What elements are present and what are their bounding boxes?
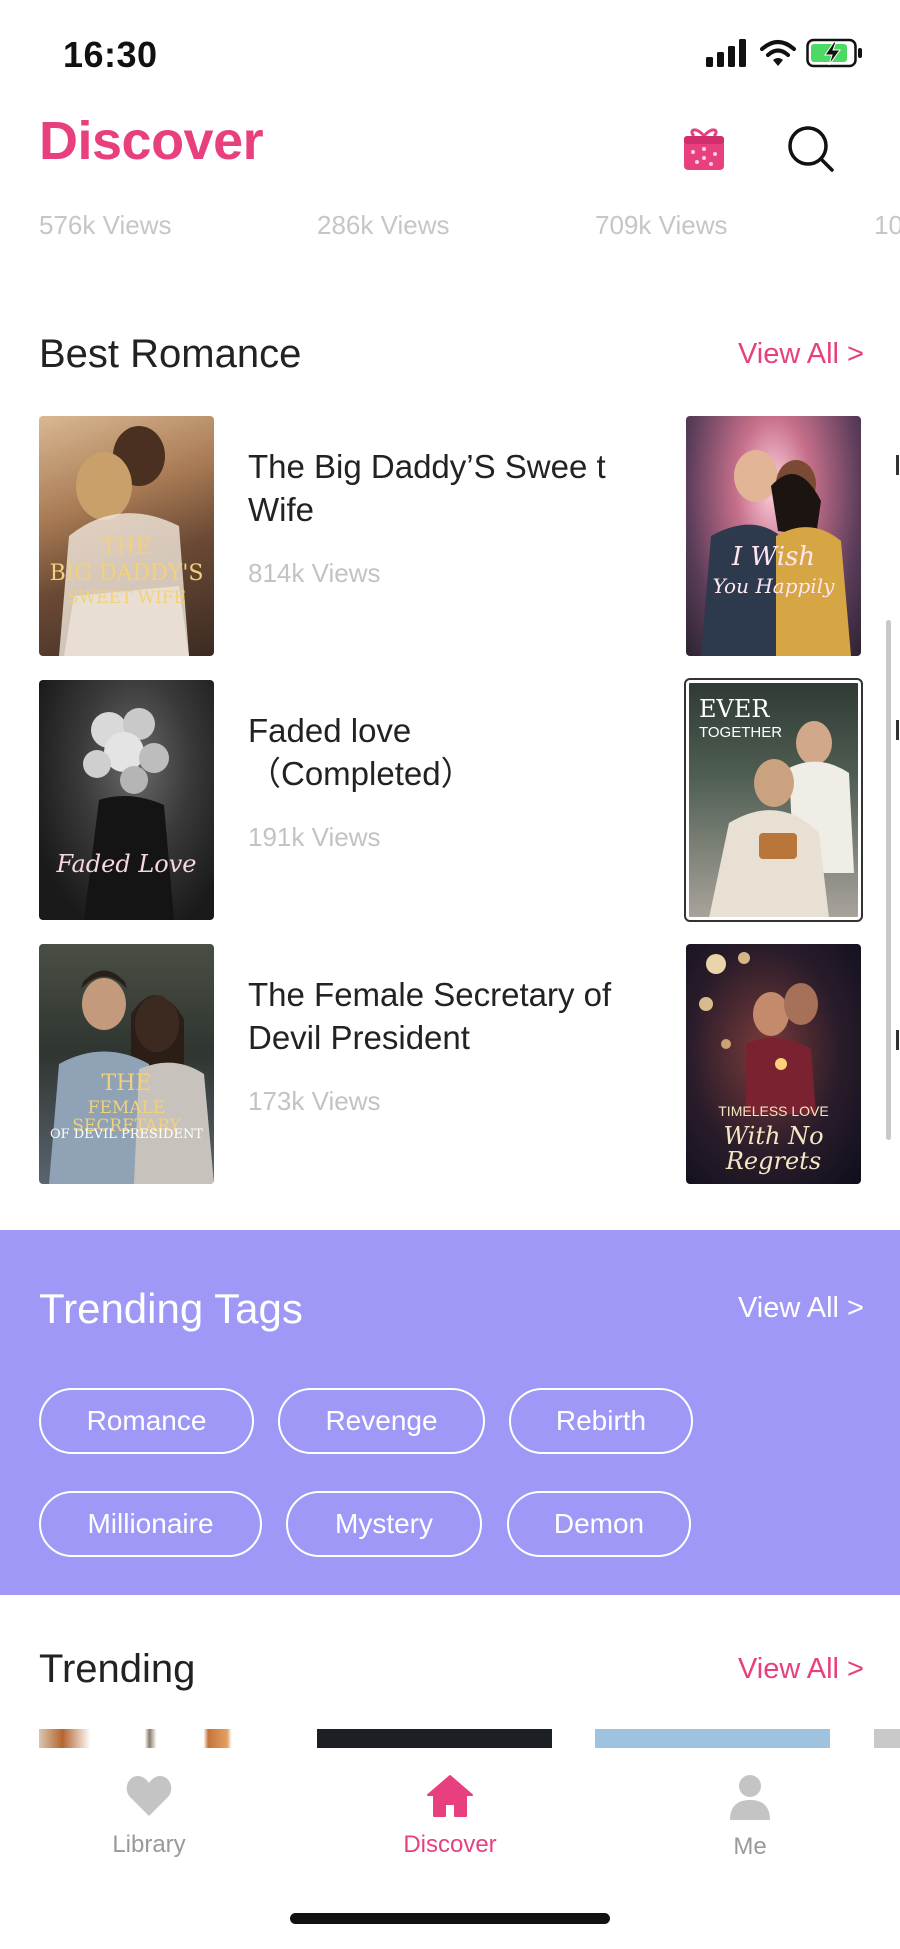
book-title: Faded love （Completed） bbox=[248, 712, 474, 792]
cover-title: Faded Love bbox=[56, 850, 197, 878]
cover-title: THE bbox=[101, 1071, 152, 1096]
cover-title: With No Regrets bbox=[723, 1122, 824, 1176]
tag-chip[interactable]: Demon bbox=[507, 1491, 691, 1557]
book-item[interactable]: THE FEMALE SECRETARY OF DEVIL PRESIDENT … bbox=[39, 944, 639, 1184]
trending-tags-section: Trending Tags View All > Romance Revenge… bbox=[0, 1230, 900, 1595]
book-cover: THE BIG DADDY'S SWEET WIFE bbox=[39, 416, 214, 656]
cover-title: I Wish bbox=[731, 542, 816, 572]
status-icons bbox=[706, 38, 864, 68]
carousel-views-label: 709k Views bbox=[595, 210, 728, 240]
tab-discover[interactable]: Discover bbox=[350, 1774, 550, 1859]
trending-tags-view-all[interactable]: View All > bbox=[738, 1292, 864, 1325]
wifi-icon bbox=[760, 40, 796, 66]
home-indicator[interactable] bbox=[290, 1913, 610, 1924]
trending-header: Trending View All > bbox=[0, 1647, 900, 1707]
cover-title: OF DEVIL PRESIDENT bbox=[49, 1127, 204, 1142]
tab-library[interactable]: Library bbox=[49, 1774, 249, 1859]
cover-title: SWEET WIFE bbox=[66, 588, 187, 608]
book-item[interactable]: THE BIG DADDY'S SWEET WIFE The Big Daddy… bbox=[39, 416, 639, 656]
side-book-cover[interactable]: TIMELESS LOVE With No Regrets bbox=[686, 944, 861, 1184]
best-romance-view-all[interactable]: View All > bbox=[738, 338, 864, 371]
book-views: 191k Views bbox=[248, 822, 381, 852]
cover-title: BIG DADDY'S bbox=[49, 561, 204, 586]
gift-icon bbox=[684, 128, 724, 170]
home-icon bbox=[427, 1775, 473, 1817]
next-column-edge bbox=[896, 1030, 899, 1050]
tag-chip[interactable]: Romance bbox=[39, 1388, 254, 1454]
carousel-views-label: 10 bbox=[874, 210, 900, 240]
status-time: 16:30 bbox=[63, 34, 158, 75]
tag-chip[interactable]: Millionaire bbox=[39, 1491, 262, 1557]
heart-icon bbox=[126, 1776, 172, 1816]
tab-label: Library bbox=[112, 1831, 186, 1858]
book-item[interactable]: Faded Love Faded love （Completed） 191k V… bbox=[39, 680, 639, 920]
status-bar: 16:30 bbox=[0, 0, 900, 110]
search-icon bbox=[788, 126, 834, 172]
book-title: The Big Daddy’S Swee t Wife bbox=[248, 448, 606, 528]
search-button[interactable] bbox=[786, 124, 836, 174]
side-book-cover[interactable]: EVER TOGETHER bbox=[684, 678, 863, 922]
person-icon bbox=[730, 1775, 770, 1820]
tab-label: Discover bbox=[403, 1831, 497, 1858]
page-title: Discover bbox=[39, 111, 264, 171]
cover-title: TIMELESS LOVE bbox=[718, 1103, 829, 1119]
book-views: 814k Views bbox=[248, 558, 381, 588]
cover-title: THE bbox=[101, 535, 152, 560]
next-column-edge bbox=[896, 720, 899, 740]
tag-chip[interactable]: Mystery bbox=[286, 1491, 482, 1557]
trending-tags-title: Trending Tags bbox=[39, 1285, 303, 1332]
tag-chip[interactable]: Rebirth bbox=[509, 1388, 693, 1454]
next-column-edge bbox=[896, 455, 899, 475]
trending-view-all[interactable]: View All > bbox=[738, 1653, 864, 1686]
signal-icon bbox=[706, 39, 746, 67]
trending-title: Trending bbox=[39, 1647, 196, 1691]
gift-button[interactable] bbox=[682, 124, 726, 172]
battery-icon bbox=[806, 38, 862, 68]
tab-me[interactable]: Me bbox=[650, 1774, 850, 1861]
cover-title: TOGETHER bbox=[699, 724, 783, 741]
book-cover: THE FEMALE SECRETARY OF DEVIL PRESIDENT bbox=[39, 944, 214, 1184]
side-book-cover[interactable]: I Wish You Happily bbox=[686, 416, 861, 656]
cover-title: You Happily bbox=[712, 574, 835, 598]
tab-label: Me bbox=[733, 1833, 767, 1860]
carousel-views-label: 576k Views bbox=[39, 210, 172, 240]
tag-chip[interactable]: Revenge bbox=[278, 1388, 485, 1454]
top-carousel-views: 576k Views 286k Views 709k Views 10 bbox=[0, 210, 900, 250]
scroll-indicator[interactable] bbox=[886, 620, 891, 1140]
book-views: 173k Views bbox=[248, 1086, 381, 1116]
carousel-views-label: 286k Views bbox=[317, 210, 450, 240]
cover-title: EVER bbox=[699, 695, 770, 723]
book-cover: Faded Love bbox=[39, 680, 214, 920]
best-romance-header: Best Romance View All > bbox=[0, 332, 900, 392]
header: Discover bbox=[0, 110, 900, 190]
book-title: The Female Secretary of Devil President bbox=[248, 976, 612, 1056]
best-romance-title: Best Romance bbox=[39, 332, 302, 376]
